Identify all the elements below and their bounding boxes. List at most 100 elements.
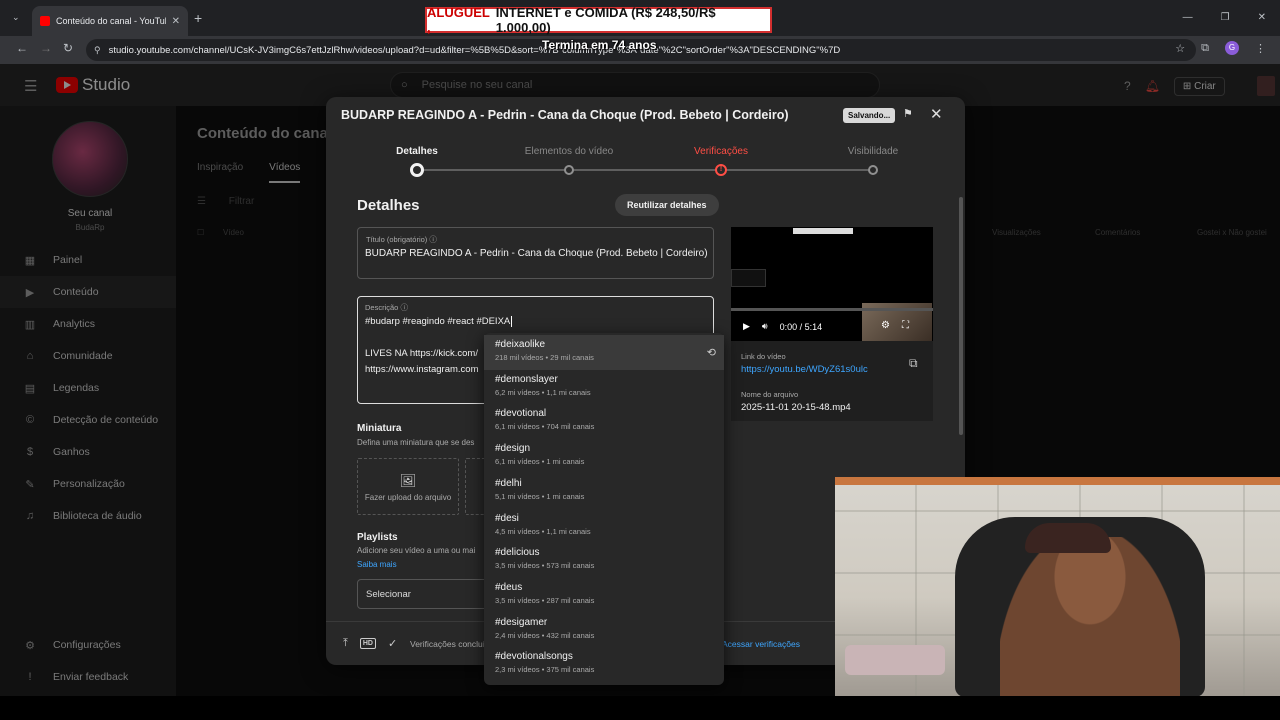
webcam-durag	[1025, 523, 1111, 553]
suggestion-meta: 4,5 mi vídeos • 1,1 mi canais	[495, 526, 591, 536]
history-icon: ⟲	[706, 347, 716, 359]
suggestion-item[interactable]: #deus 3,5 mi vídeos • 287 mil canais	[484, 578, 724, 613]
suggestion-tag: #devotional	[495, 408, 547, 420]
feedback-flag-icon[interactable]: ⚑	[903, 107, 913, 120]
description-line-1[interactable]: #budarp #reagindo #react #DEIXA	[365, 316, 513, 327]
suggestion-item[interactable]: #demonslayer 6,2 mi vídeos • 1,1 mi canai…	[484, 370, 724, 405]
forward-icon[interactable]: →	[40, 41, 52, 55]
webcam-pillow	[845, 645, 945, 675]
suggestion-tag: #delhi	[495, 477, 522, 489]
suggestion-tag: #delicious	[495, 547, 540, 559]
bookmark-star-icon[interactable]: ☆	[1175, 42, 1185, 55]
minimize-icon[interactable]: —	[1183, 12, 1193, 23]
banner-red-text: ALUGUEL ,	[427, 5, 490, 35]
desc-line1-text: #budarp #reagindo #react #DEIXA	[365, 316, 511, 327]
upload-label: Fazer upload do arquivo	[364, 493, 452, 502]
stepper-line	[421, 169, 871, 171]
step-verificacoes[interactable]: Verificações	[666, 146, 776, 157]
details-heading: Detalhes	[357, 197, 420, 214]
play-icon[interactable]: ▶	[743, 321, 750, 332]
saving-badge: Salvando...	[843, 108, 896, 123]
video-progress-bar[interactable]	[731, 308, 933, 311]
text-cursor	[511, 316, 513, 327]
settings-gear-icon[interactable]: ⚙	[881, 320, 890, 331]
suggestion-meta: 6,1 mi vídeos • 704 mil canais	[495, 422, 595, 432]
suggestion-item[interactable]: #desi 4,5 mi vídeos • 1,1 mi canais	[484, 509, 724, 544]
video-controls: ▶ 🔊︎ 0:00 / 5:14	[743, 321, 822, 332]
check-circle-icon[interactable]: ✓	[388, 637, 397, 650]
profile-icon[interactable]: G	[1225, 41, 1239, 55]
close-window-icon[interactable]: ✕	[1258, 12, 1266, 23]
playlists-subtitle: Adicione seu vídeo a uma ou mai	[357, 546, 476, 555]
suggestion-meta: 3,5 mi vídeos • 287 mil canais	[495, 595, 595, 605]
video-time: 0:00 / 5:14	[779, 321, 823, 332]
help-circle-icon[interactable]: ⓘ	[429, 235, 437, 244]
browser-tab[interactable]: Conteúdo do canal - YouTube Studio ✕	[32, 6, 188, 36]
close-tab-icon[interactable]: ✕	[172, 16, 180, 27]
hd-icon[interactable]: HD	[359, 638, 376, 649]
webcam-overlay	[835, 477, 1280, 696]
learn-more-link[interactable]: Saiba mais	[357, 560, 397, 569]
volume-icon[interactable]: 🔊︎	[762, 321, 768, 332]
warning-icon[interactable]: !	[715, 164, 727, 176]
video-frame-content	[731, 269, 766, 287]
dialog-title: BUDARP REAGINDO A - Pedrin - Cana da Cho…	[341, 108, 789, 122]
suggestion-item[interactable]: #delicious 3,5 mi vídeos • 573 mil canais	[484, 543, 724, 578]
close-icon[interactable]: ✕	[930, 105, 943, 123]
video-controls-right: ⚙ ⛶	[881, 320, 909, 331]
suggestion-item[interactable]: #devotionalsongs 2,3 mi vídeos • 375 mil …	[484, 647, 724, 682]
browser-menu-icon[interactable]: ⋮	[1255, 42, 1266, 55]
step-detalhes[interactable]: Detalhes	[362, 146, 472, 157]
suggestion-meta: 6,1 mi vídeos • 1 mi canais	[495, 457, 585, 467]
maximize-icon[interactable]: ❐	[1221, 12, 1230, 23]
description-line-2[interactable]: LIVES NA https://kick.com/	[365, 348, 478, 359]
extensions-icon[interactable]: ⧉	[1201, 42, 1209, 55]
site-info-icon[interactable]: ⚲	[94, 45, 101, 56]
step-dot-visibilidade[interactable]	[868, 165, 878, 175]
suggestion-item[interactable]: #delhi 5,1 mi vídeos • 1 mi canais	[484, 474, 724, 509]
window-controls: — ❐ ✕	[1183, 12, 1266, 23]
webcam-person	[1000, 537, 1180, 696]
help-circle-icon[interactable]: ⓘ	[400, 303, 408, 312]
playlists-heading: Playlists	[357, 532, 398, 543]
video-link-label: Link do vídeo	[741, 352, 786, 361]
description-field-label: Descrição ⓘ	[365, 302, 408, 313]
upload-arrow-icon[interactable]: ⤒	[343, 637, 348, 650]
upload-thumbnail-button[interactable]: 🖼︎ Fazer upload do arquivo	[357, 458, 459, 515]
suggestion-tag: #design	[495, 443, 531, 455]
video-link[interactable]: https://youtu.be/WDyZ61s0ulc	[741, 364, 868, 375]
step-dot-detalhes[interactable]	[410, 163, 424, 177]
step-dot-elementos[interactable]	[564, 165, 574, 175]
suggestion-item[interactable]: #devotional 6,1 mi vídeos • 704 mil canai…	[484, 404, 724, 439]
reload-icon[interactable]: ↻	[63, 41, 73, 55]
suggestion-item[interactable]: #deixaolike 218 mil vídeos • 29 mil canai…	[484, 335, 724, 370]
suggestion-meta: 2,4 mi vídeos • 432 mil canais	[495, 630, 595, 640]
back-icon[interactable]: ←	[16, 41, 28, 55]
dialog-scrollbar[interactable]	[959, 197, 963, 435]
suggestion-meta: 5,1 mi vídeos • 1 mi canais	[495, 491, 585, 501]
file-name-label: Nome do arquivo	[741, 390, 799, 399]
taskbar-strip	[0, 696, 1280, 720]
youtube-favicon-icon	[40, 16, 50, 26]
url-text: studio.youtube.com/channel/UCsK-JV3imgC6…	[108, 44, 841, 56]
tab-search-icon[interactable]: ⌄	[12, 12, 20, 23]
suggestion-meta: 3,5 mi vídeos • 573 mil canais	[495, 561, 595, 571]
suggestion-item[interactable]: #design 6,1 mi vídeos • 1 mi canais	[484, 439, 724, 474]
suggestion-tag: #desigamer	[495, 616, 548, 628]
access-checks-link[interactable]: Acessar verificações	[722, 639, 800, 649]
step-elementos[interactable]: Elementos do vídeo	[514, 146, 624, 157]
suggestion-item[interactable]: #desigamer 2,4 mi vídeos • 432 mil canais	[484, 613, 724, 648]
suggestion-tag: #desi	[495, 512, 519, 524]
suggestion-meta: 6,2 mi vídeos • 1,1 mi canais	[495, 387, 591, 397]
new-tab-icon[interactable]: +	[194, 10, 202, 26]
hashtag-suggestions: #deixaolike 218 mil vídeos • 29 mil canai…	[484, 333, 724, 685]
title-value[interactable]: BUDARP REAGINDO A - Pedrin - Cana da Cho…	[365, 248, 708, 259]
reuse-details-button[interactable]: Reutilizar detalhes	[615, 194, 719, 216]
fullscreen-icon[interactable]: ⛶	[902, 320, 909, 331]
browser-toolbar-icons: ☆ ⧉ G ⋮	[1175, 41, 1266, 55]
desc-label-text: Descrição	[365, 303, 399, 312]
file-name: 2025-11-01 20-15-48.mp4	[741, 402, 851, 413]
step-visibilidade[interactable]: Visibilidade	[818, 146, 928, 157]
copy-icon[interactable]: ⧉	[909, 356, 918, 371]
description-line-3[interactable]: https://www.instagram.com	[365, 364, 479, 375]
